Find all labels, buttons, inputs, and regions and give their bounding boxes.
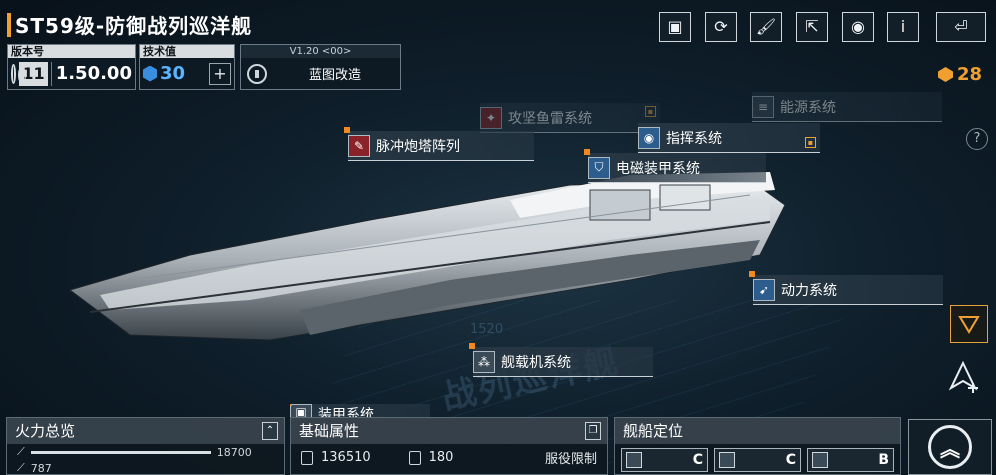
firepower-row-2: ⟋ 787 — [7, 460, 284, 475]
back-button[interactable]: ⏎ — [936, 12, 986, 42]
defense-icon — [719, 452, 735, 468]
system-command[interactable]: ◉ 指挥系统 ▪ — [638, 123, 820, 153]
share-icon: ⇱ — [805, 17, 819, 36]
title-bar: ST59级-防御战列巡洋舰 — [0, 10, 252, 39]
ship-position-title: 舰船定位 — [615, 418, 900, 444]
lock-icon: ▪ — [805, 137, 816, 148]
tech-value: 30 — [160, 63, 186, 84]
weapon-icon-2: ⟋ — [17, 461, 25, 474]
armor-value-icon — [408, 450, 421, 465]
info-icon: i — [900, 17, 906, 36]
chevron-icon: ⌃ — [262, 422, 278, 440]
upgrade-button[interactable]: ︽ — [908, 419, 992, 475]
system-torpedo[interactable]: ✦ 攻坚鱼雷系统 ▪ — [480, 103, 660, 133]
blueprint-icon — [247, 63, 267, 84]
hp-value: 136510 — [321, 450, 371, 465]
attack-icon — [626, 452, 642, 468]
help-button[interactable]: ? — [966, 128, 988, 150]
system-em-armor[interactable]: ⛉ 电磁装甲系统 — [584, 149, 766, 183]
tech-label: 技术值 — [140, 45, 234, 58]
refresh-button[interactable]: ⟳ — [705, 12, 737, 42]
currency-value: 28 — [957, 64, 983, 85]
corner-marker — [469, 343, 475, 349]
corner-marker — [344, 127, 350, 133]
ship-view-icon: ▣ — [667, 17, 683, 36]
fleet-icon — [948, 360, 978, 393]
base-attributes-panel[interactable]: 基础属性 ❐ 136510 180 服役限制 — [290, 417, 608, 475]
firepower-max: 18700 — [216, 445, 252, 459]
position-grade-3: B — [807, 448, 894, 472]
firepower-title: 火力总览 — [7, 418, 284, 444]
service-limit: 服役限制 — [544, 452, 597, 467]
corner-marker — [290, 404, 292, 406]
system-energy[interactable]: ≡ 能源系统 — [752, 92, 942, 122]
filter-button[interactable] — [950, 305, 988, 343]
system-carrier[interactable]: ⁂ 舰载机系统 — [469, 343, 653, 377]
energy-icon: ≡ — [752, 95, 774, 118]
back-icon: ⏎ — [954, 17, 968, 36]
corner-marker — [749, 271, 755, 277]
base-attributes-title: 基础属性 — [291, 418, 607, 444]
triangle-down-icon — [958, 316, 980, 334]
firepower-row: ⟋ 18700 — [7, 444, 284, 460]
chevrons-up-icon: ︽ — [928, 425, 972, 469]
system-power[interactable]: ➹ 动力系统 — [749, 271, 943, 305]
system-torpedo-label: 攻坚鱼雷系统 — [508, 110, 592, 127]
pulse-turret-icon: ✎ — [348, 134, 370, 157]
paint-icon: 🖌 — [755, 17, 777, 36]
blueprint-button[interactable]: V1.20 <00> 蓝图改造 — [240, 44, 401, 90]
firepower-panel[interactable]: 火力总览 ⌃ ⟋ 18700 ⟋ 787 — [6, 417, 285, 475]
version-box: 版本号 11 1.50.00 — [7, 44, 136, 90]
position-grade-2: C — [714, 448, 801, 472]
system-em-armor-label: 电磁装甲系统 — [616, 160, 700, 177]
firepower-bar-fill — [30, 450, 211, 454]
currency-icon — [938, 67, 953, 82]
share-button[interactable]: ⇱ — [796, 12, 828, 42]
system-energy-label: 能源系统 — [780, 99, 836, 116]
system-pulse-turret[interactable]: ✎ 脉冲炮塔阵列 — [344, 127, 534, 161]
system-carrier-label: 舰载机系统 — [501, 354, 571, 371]
blueprint-label: 蓝图改造 — [309, 68, 362, 83]
torpedo-icon: ✦ — [480, 106, 502, 129]
carrier-icon: ⁂ — [473, 350, 495, 373]
system-pulse-label: 脉冲炮塔阵列 — [376, 138, 460, 155]
shield-icon: ⛉ — [588, 156, 610, 179]
command-icon: ◉ — [638, 126, 660, 149]
version-value: 1.50.00 — [50, 61, 132, 86]
currency-display: 28 — [938, 64, 982, 85]
tech-add-button[interactable]: + — [209, 62, 231, 85]
ship-model[interactable] — [70, 160, 790, 360]
fleet-button[interactable] — [942, 356, 984, 398]
weapon-icon: ⟋ — [17, 445, 25, 458]
firepower-second: 787 — [30, 461, 52, 475]
eye-icon: ◉ — [851, 17, 865, 36]
version-label: 版本号 — [8, 45, 135, 58]
info-button[interactable]: i — [887, 12, 919, 42]
page-title: ST59级-防御战列巡洋舰 — [15, 14, 253, 38]
position-grade-1: C — [621, 448, 708, 472]
firepower-bar — [30, 450, 211, 454]
blueprint-version: V1.20 <00> — [241, 45, 400, 58]
refresh-icon: ⟳ — [714, 17, 728, 36]
corner-marker — [584, 149, 590, 155]
ship-view-button[interactable]: ▣ — [659, 12, 691, 42]
system-command-label: 指挥系统 — [666, 130, 722, 147]
globe-icon — [11, 63, 28, 84]
lock-icon: ▪ — [645, 106, 656, 117]
tech-icon — [143, 65, 157, 82]
title-accent — [7, 12, 11, 37]
paint-button[interactable]: 🖌 — [750, 12, 782, 42]
eye-button[interactable]: ◉ — [842, 12, 874, 42]
tech-box: 技术值 30 + — [139, 44, 235, 90]
armor-value: 180 — [428, 450, 454, 465]
engine-icon: ➹ — [753, 278, 775, 301]
hp-icon — [301, 450, 313, 465]
support-icon — [812, 452, 828, 468]
expand-icon: ❐ — [585, 422, 601, 440]
ship-position-panel[interactable]: 舰船定位 C C B — [614, 417, 901, 475]
system-power-label: 动力系统 — [781, 282, 837, 299]
